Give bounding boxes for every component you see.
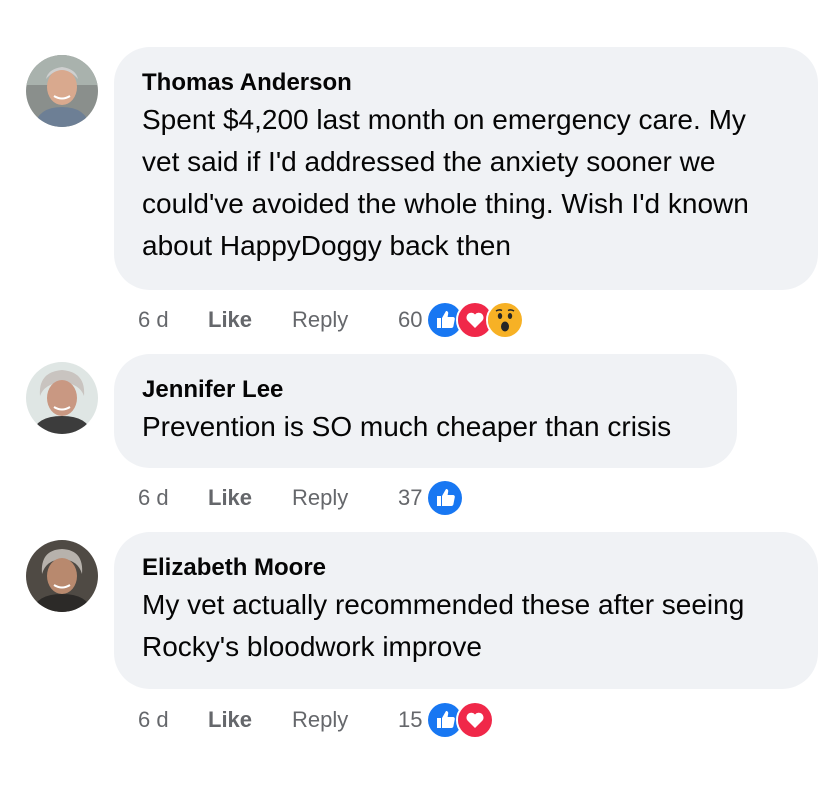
avatar-photo [26,540,98,612]
like-button[interactable]: Like [208,485,292,511]
comment-text: Spent $4,200 last month on emergency car… [142,104,749,261]
avatar[interactable] [26,362,98,434]
like-icon [426,479,465,517]
reply-button[interactable]: Reply [292,707,398,733]
like-button[interactable]: Like [208,307,292,333]
reply-button[interactable]: Reply [292,307,398,333]
reaction-count[interactable]: 37 [398,485,422,511]
like-button[interactable]: Like [208,707,292,733]
comment-bubble: Elizabeth Moore My vet actually recommen… [114,532,818,689]
reactions-summary[interactable] [426,479,465,517]
comment-text: My vet actually recommended these after … [142,589,745,662]
comment-author[interactable]: Jennifer Lee [142,374,709,406]
reply-button[interactable]: Reply [292,485,398,511]
comment-actions: 6 d Like Reply 60 [138,300,525,340]
comment-bubble: Thomas Anderson Spent $4,200 last month … [114,47,818,290]
reaction-count[interactable]: 15 [398,707,422,733]
avatar[interactable] [26,55,98,127]
comment-timestamp[interactable]: 6 d [138,307,208,333]
comment-author[interactable]: Elizabeth Moore [142,552,790,584]
comment-author[interactable]: Thomas Anderson [142,67,790,99]
comment-actions: 6 d Like Reply 15 [138,700,495,740]
comment-bubble: Jennifer Lee Prevention is SO much cheap… [114,354,737,468]
comment-timestamp[interactable]: 6 d [138,485,208,511]
avatar[interactable] [26,540,98,612]
avatar-photo [26,55,98,127]
love-icon [456,701,495,739]
wow-icon [486,301,525,339]
reaction-count[interactable]: 60 [398,307,422,333]
reactions-summary[interactable] [426,301,525,339]
avatar-photo [26,362,98,434]
comment-actions: 6 d Like Reply 37 [138,478,465,518]
comment-timestamp[interactable]: 6 d [138,707,208,733]
reactions-summary[interactable] [426,701,495,739]
comment-text: Prevention is SO much cheaper than crisi… [142,411,672,442]
comment-thread: Thomas Anderson Spent $4,200 last month … [0,0,838,812]
